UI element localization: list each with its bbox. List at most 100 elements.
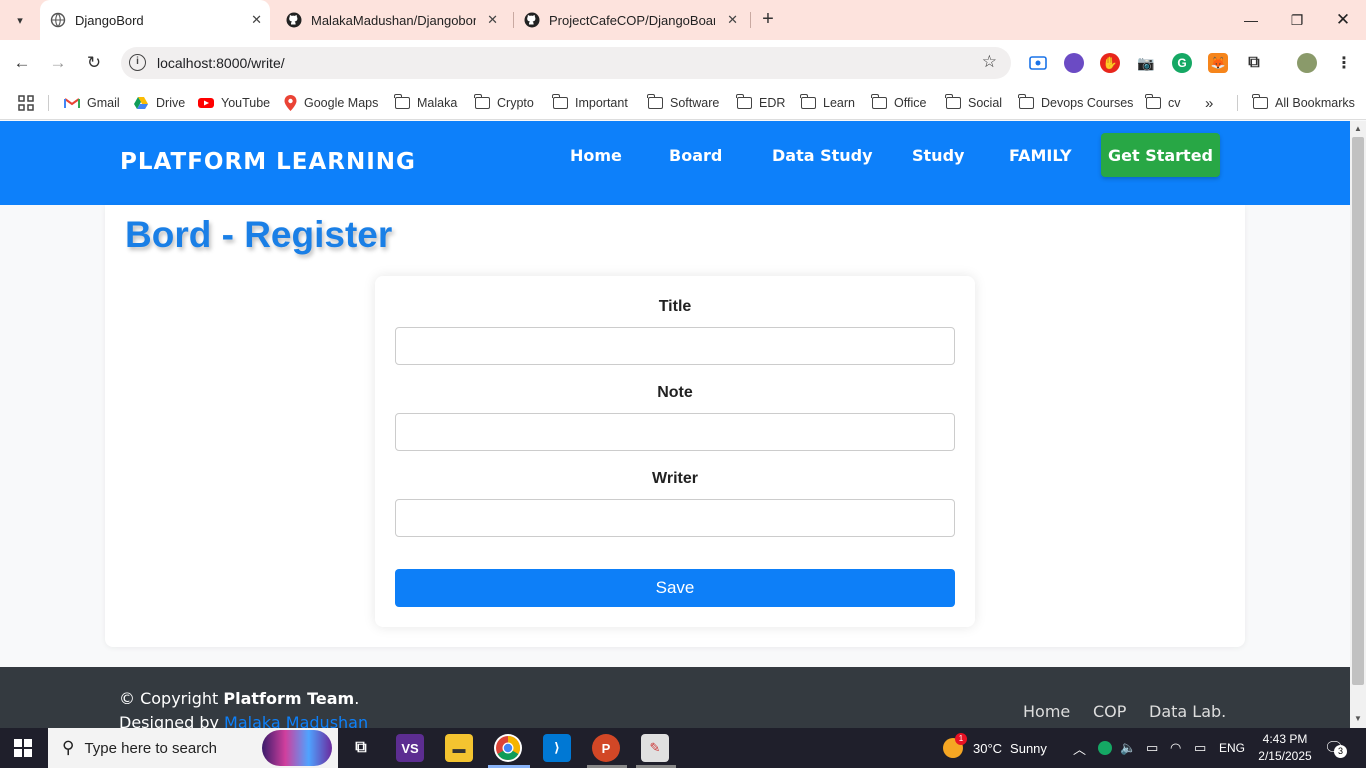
restore-icon[interactable]: ❐ <box>1274 0 1320 40</box>
address-bar[interactable]: i localhost:8000/write/ ☆ <box>121 47 1011 79</box>
close-tab-icon[interactable]: ✕ <box>251 12 262 28</box>
notification-count: 3 <box>1334 745 1347 758</box>
bookmark-label: Learn <box>823 96 855 110</box>
bookmark-label: cv <box>1168 96 1181 110</box>
nav-data-study[interactable]: Data Study <box>772 146 873 165</box>
forward-arrow-icon[interactable]: → <box>46 51 70 75</box>
bookmark-gmail[interactable]: Gmail <box>64 93 120 113</box>
paint-icon[interactable]: ✎ <box>641 734 669 762</box>
author-link[interactable]: Malaka Madushan <box>224 713 368 728</box>
minimize-icon[interactable]: — <box>1228 0 1274 40</box>
close-window-icon[interactable]: ✕ <box>1320 0 1366 40</box>
screen-capture-extension-icon[interactable] <box>1028 53 1048 73</box>
taskbar-clock[interactable]: 4:43 PM 2/15/2025 <box>1252 731 1318 765</box>
tab-github-djangoboard[interactable]: ProjectCafeCOP/DjangoBoard/t ✕ <box>516 0 746 40</box>
bookmark-folder-software[interactable]: Software <box>647 93 719 113</box>
language-indicator[interactable]: ENG <box>1219 728 1245 768</box>
site-brand[interactable]: PLATFORM LEARNING <box>120 149 416 175</box>
search-placeholder: Type here to search <box>84 739 218 757</box>
writer-input[interactable] <box>395 499 955 537</box>
footer-link-cop[interactable]: COP <box>1093 702 1126 721</box>
bookmark-label: Office <box>894 96 927 110</box>
wifi-icon[interactable]: ◠ <box>1170 728 1181 768</box>
tab-title: MalakaMadushan/Djangobord: <box>311 12 476 28</box>
copyright-text: © Copyright Platform Team. <box>119 689 359 708</box>
footer-link-data-lab[interactable]: Data Lab. <box>1149 702 1226 721</box>
designed-by-prefix: Designed by <box>119 713 225 728</box>
bookmarks-divider <box>1237 95 1238 111</box>
bookmark-folder-learn[interactable]: Learn <box>800 93 855 113</box>
bookmark-folder-social[interactable]: Social <box>945 93 1002 113</box>
nav-study[interactable]: Study <box>912 146 964 165</box>
bookmark-google-maps[interactable]: Google Maps <box>284 93 378 113</box>
vscode-icon[interactable]: ⟩ <box>543 734 571 762</box>
site-info-icon[interactable]: i <box>129 54 146 71</box>
tab-github-djangobord[interactable]: MalakaMadushan/Djangobord: ✕ <box>278 0 506 40</box>
folder-icon <box>871 94 887 109</box>
taskbar-search-box[interactable]: ⚲ Type here to search <box>48 728 338 768</box>
camera-extension-icon[interactable]: 📷 <box>1136 53 1156 73</box>
device-icon[interactable]: ▭ <box>1146 728 1158 768</box>
footer-link-home[interactable]: Home <box>1023 702 1070 721</box>
bookmark-folder-cv[interactable]: cv <box>1145 93 1181 113</box>
nav-board[interactable]: Board <box>669 146 722 165</box>
bookmark-folder-malaka[interactable]: Malaka <box>394 93 457 113</box>
profile-avatar[interactable] <box>1297 53 1317 73</box>
site-footer: © Copyright Platform Team. Designed by M… <box>0 667 1350 728</box>
grammarly-icon[interactable]: G <box>1172 53 1192 73</box>
powerpoint-icon[interactable]: P <box>592 734 620 762</box>
extensions-puzzle-icon[interactable]: ⧉ <box>1244 53 1264 73</box>
weather-widget[interactable]: 1 30°C Sunny <box>943 728 1047 768</box>
tab-search-icon[interactable]: ▾ <box>8 8 32 32</box>
note-label: Note <box>657 384 693 401</box>
windows-start-icon[interactable] <box>14 739 32 757</box>
url-text[interactable]: localhost:8000/write/ <box>157 55 285 71</box>
back-arrow-icon[interactable]: ← <box>10 51 34 75</box>
adblock-extension-icon[interactable]: ✋ <box>1100 53 1120 73</box>
note-input[interactable] <box>395 413 955 451</box>
bookmark-youtube[interactable]: YouTube <box>198 93 270 113</box>
tab-title: ProjectCafeCOP/DjangoBoard/t <box>549 12 715 28</box>
close-tab-icon[interactable]: ✕ <box>727 12 738 28</box>
nav-family[interactable]: FAMILY <box>1009 146 1072 165</box>
metamask-icon[interactable]: 🦊 <box>1208 53 1228 73</box>
folder-icon <box>394 94 410 109</box>
all-bookmarks[interactable]: All Bookmarks <box>1252 93 1355 113</box>
page-scrollbar[interactable]: ▲ ▼ <box>1350 121 1366 728</box>
bookmark-folder-crypto[interactable]: Crypto <box>474 93 534 113</box>
close-tab-icon[interactable]: ✕ <box>487 12 498 28</box>
volume-icon[interactable]: 🔈 <box>1120 728 1136 768</box>
vpn-extension-icon[interactable] <box>1064 53 1084 73</box>
bookmark-folder-office[interactable]: Office <box>871 93 927 113</box>
bookmark-folder-devops-courses[interactable]: Devops Courses <box>1018 93 1133 113</box>
tab-djangobord[interactable]: DjangoBord ✕ <box>40 0 270 40</box>
new-tab-plus-icon[interactable]: + <box>756 8 780 32</box>
designed-by-text: Designed by Malaka Madushan <box>119 713 368 728</box>
battery-icon[interactable]: ▭ <box>1194 728 1206 768</box>
github-icon <box>524 12 540 28</box>
bookmark-folder-edr[interactable]: EDR <box>736 93 785 113</box>
file-explorer-icon[interactable]: ▬ <box>445 734 473 762</box>
chrome-icon[interactable] <box>494 734 522 762</box>
bookmarks-overflow-chevron-icon[interactable]: » <box>1205 93 1213 113</box>
notification-center-icon[interactable]: 🗨3 <box>1324 728 1347 768</box>
apps-grid-icon[interactable] <box>18 93 34 113</box>
browser-menu-icon[interactable]: ⋮ <box>1334 53 1354 73</box>
bookmark-star-icon[interactable]: ☆ <box>982 52 997 72</box>
show-hidden-icons-chevron-icon[interactable]: ︿ <box>1073 728 1086 768</box>
save-button[interactable]: Save <box>395 569 955 607</box>
reload-icon[interactable]: ↻ <box>82 51 106 75</box>
nav-home[interactable]: Home <box>570 146 622 165</box>
bookmark-folder-important[interactable]: Important <box>552 93 628 113</box>
scroll-up-arrow-icon[interactable]: ▲ <box>1353 124 1363 133</box>
scroll-thumb[interactable] <box>1352 137 1364 685</box>
grammarly-tray-icon[interactable] <box>1098 728 1112 768</box>
visual-studio-icon[interactable]: VS <box>396 734 424 762</box>
bookmark-label: Important <box>575 96 628 110</box>
title-input[interactable] <box>395 327 955 365</box>
get-started-button[interactable]: Get Started <box>1101 133 1220 177</box>
task-view-icon[interactable]: ⧉ <box>347 734 375 762</box>
bookmark-drive[interactable]: Drive <box>133 93 185 113</box>
folder-icon <box>800 94 816 109</box>
scroll-down-arrow-icon[interactable]: ▼ <box>1353 714 1363 723</box>
